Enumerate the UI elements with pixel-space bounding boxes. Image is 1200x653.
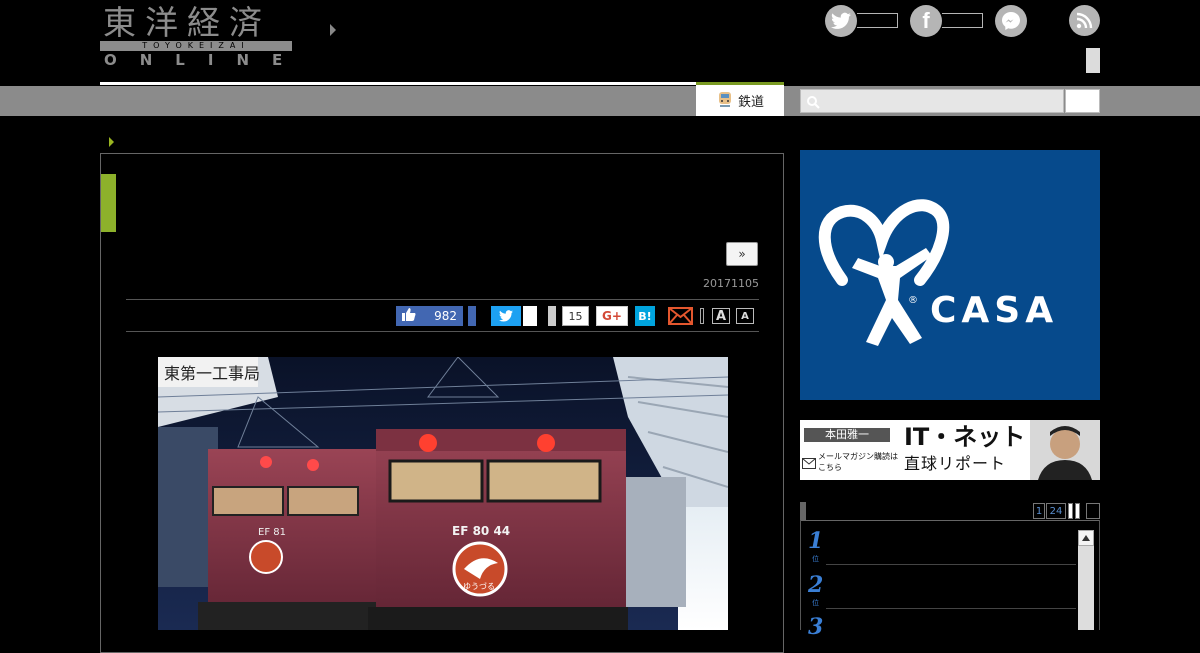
envelope-icon bbox=[802, 454, 816, 469]
article-photo: 東第一工事局 EF 81 EF 80 44 ゆうづる bbox=[158, 357, 728, 630]
search-input[interactable] bbox=[800, 89, 1064, 113]
mail-icon[interactable] bbox=[668, 307, 693, 325]
ranking-tab-1[interactable]: 1 bbox=[1033, 503, 1045, 519]
twitter-share-button[interactable] bbox=[491, 306, 521, 326]
right-loco-number: EF 80 44 bbox=[452, 524, 510, 538]
facebook-like-button[interactable]: 982 bbox=[396, 306, 463, 326]
facebook-follow-count[interactable] bbox=[942, 13, 983, 28]
rank-divider bbox=[826, 608, 1076, 609]
rank-unit: 位 bbox=[812, 555, 819, 563]
breadcrumb-caret-icon bbox=[109, 137, 114, 147]
headmark-text: ゆうづる bbox=[463, 582, 495, 591]
hatena-bookmark-count[interactable]: 15 bbox=[562, 306, 589, 326]
facebook-share-button[interactable] bbox=[468, 306, 476, 326]
train-icon bbox=[716, 90, 734, 112]
thumbs-up-icon bbox=[402, 308, 416, 324]
hatena-count-tail bbox=[548, 306, 556, 326]
publish-date: 20171105 bbox=[703, 277, 759, 290]
twitter-icon[interactable] bbox=[825, 5, 857, 37]
logo-japanese[interactable]: 東洋経済 bbox=[103, 4, 271, 42]
title-accent-mark bbox=[101, 174, 116, 232]
rank-divider bbox=[826, 564, 1076, 565]
ranking-tab-3[interactable] bbox=[1068, 503, 1073, 519]
logo-romaji: TOYOKEIZAI bbox=[142, 41, 250, 50]
twitter-follow-count[interactable] bbox=[857, 13, 898, 28]
messenger-icon[interactable] bbox=[995, 5, 1027, 37]
honda-title: IT・ネット bbox=[904, 423, 1026, 451]
ranking-tab-4[interactable] bbox=[1075, 503, 1080, 519]
rank-number: 1 bbox=[808, 528, 824, 554]
header-menu-toggle[interactable] bbox=[1086, 48, 1100, 73]
google-plus-button[interactable]: G+ bbox=[596, 306, 628, 326]
author-photo bbox=[1030, 420, 1100, 480]
nav-highlight-line bbox=[100, 82, 696, 85]
share-separator bbox=[700, 308, 704, 324]
casa-ad-banner[interactable]: ® bbox=[800, 150, 1100, 400]
station-sign-text: 東第一工事局 bbox=[164, 364, 260, 383]
twitter-icon bbox=[499, 307, 513, 326]
tab-railway[interactable]: 鉄道 bbox=[696, 82, 784, 116]
hatena-bookmark-button[interactable]: B! bbox=[635, 306, 655, 326]
search-icon bbox=[806, 94, 820, 113]
rss-icon[interactable] bbox=[1069, 5, 1100, 36]
honda-newsletter-banner[interactable]: 本田雅一 IT・ネット 直球リポート メールマガジン購読はこちら bbox=[800, 420, 1100, 480]
facebook-icon[interactable]: f bbox=[910, 5, 942, 37]
casa-brand: CASA bbox=[930, 290, 1059, 331]
left-loco-number: EF 81 bbox=[258, 527, 286, 538]
rank-unit: 位 bbox=[812, 599, 819, 607]
twitter-share-count bbox=[523, 306, 537, 326]
caret-right-icon[interactable] bbox=[330, 24, 336, 36]
tab-railway-label: 鉄道 bbox=[737, 95, 764, 110]
honda-author: 本田雅一 bbox=[804, 428, 890, 442]
search-button[interactable] bbox=[1065, 89, 1100, 113]
ranking-list bbox=[800, 520, 1100, 630]
registered-mark: ® bbox=[908, 295, 918, 306]
rank-number: 3 bbox=[808, 614, 824, 640]
ranking-tab-24[interactable]: 24 bbox=[1046, 503, 1066, 519]
scroll-up-arrow-icon[interactable] bbox=[1078, 530, 1094, 546]
logo-online: ONLINE bbox=[104, 51, 306, 69]
honda-subtitle: 直球リポート bbox=[904, 454, 1007, 473]
next-page-button[interactable]: » bbox=[726, 242, 758, 266]
honda-cta: メールマガジン購読はこちら bbox=[818, 452, 898, 472]
divider bbox=[126, 299, 759, 300]
font-size-large-button[interactable]: A bbox=[712, 308, 730, 324]
ranking-tab-5[interactable] bbox=[1086, 503, 1100, 519]
divider bbox=[126, 331, 759, 332]
rank-number: 2 bbox=[808, 572, 824, 598]
facebook-like-count: 982 bbox=[434, 309, 457, 323]
font-size-small-button[interactable]: A bbox=[736, 308, 754, 324]
